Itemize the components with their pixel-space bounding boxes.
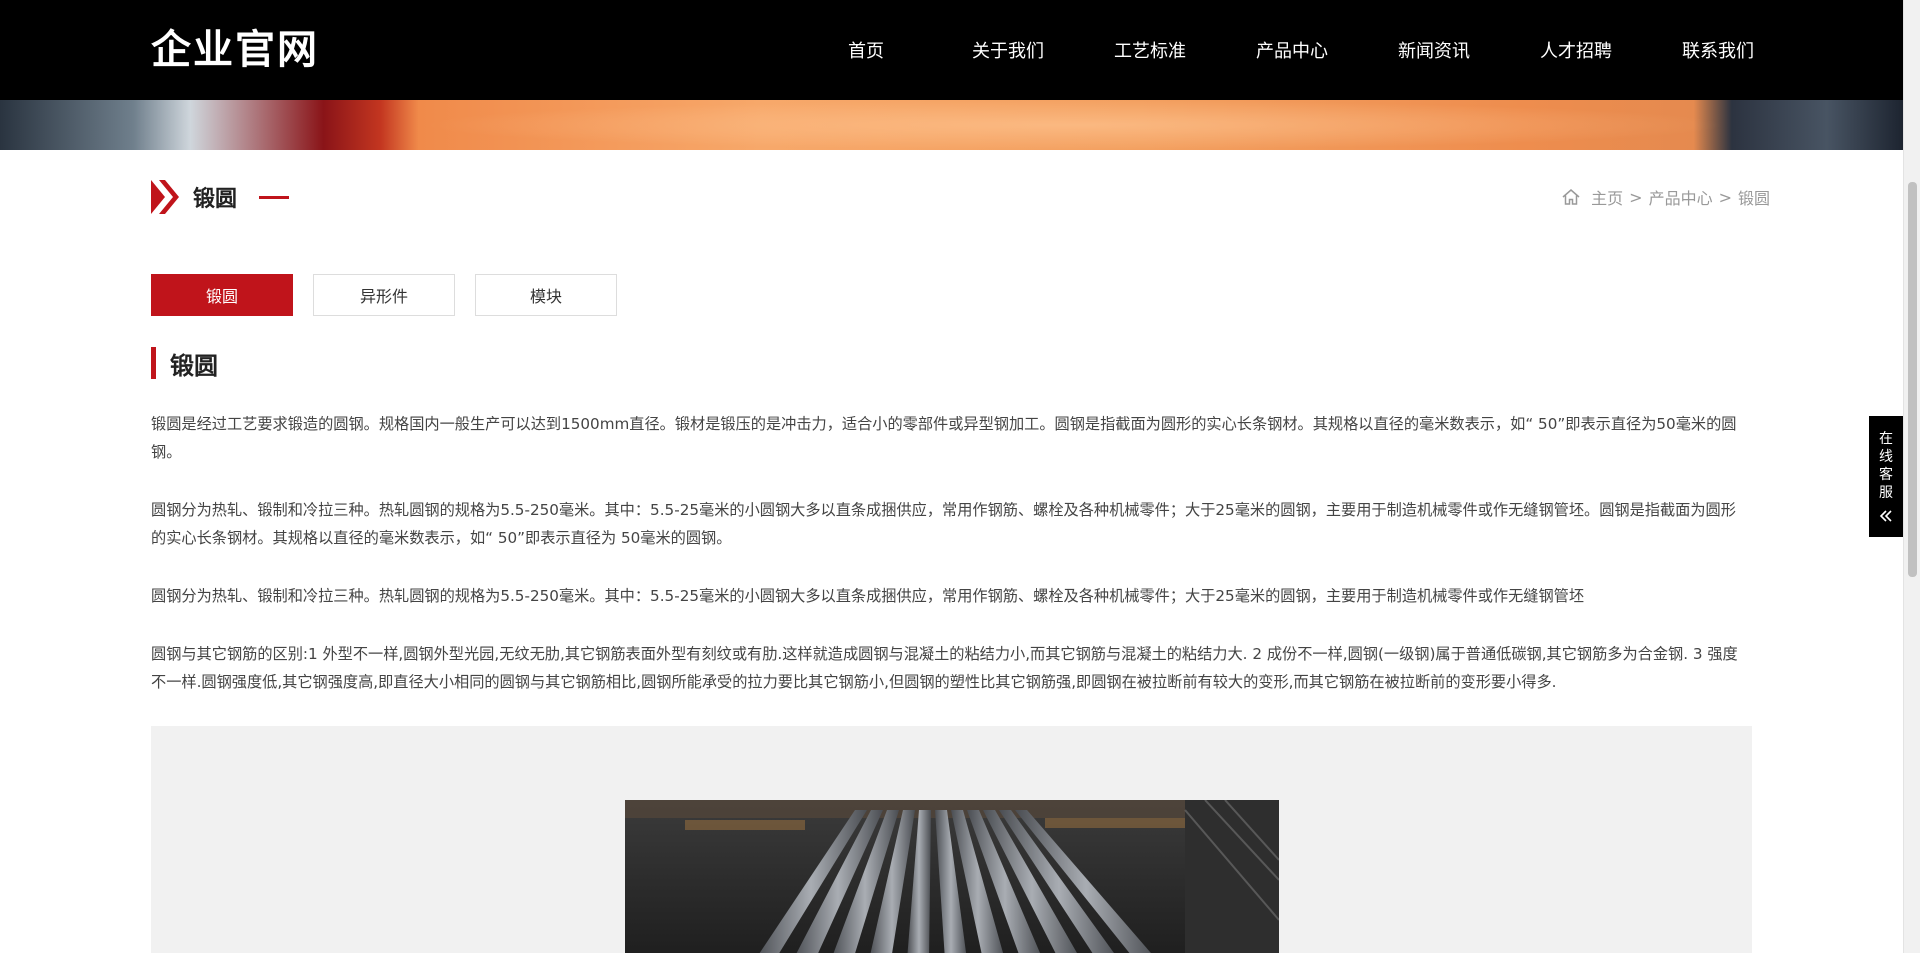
article-paragraph: 圆钢分为热轧、锻制和冷拉三种。热轧圆钢的规格为5.5-250毫米。其中：5.5-… xyxy=(151,587,1585,605)
site-header: 企业官网 首页 关于我们 工艺标准 产品中心 新闻资讯 人才招聘 联系我们 xyxy=(0,0,1903,100)
page-title: 锻圆 xyxy=(193,187,238,212)
product-tabs: 锻圆 异形件 模块 xyxy=(151,274,617,316)
banner-image xyxy=(0,100,1903,150)
breadcrumb-separator: > xyxy=(1718,187,1732,207)
nav-item-news[interactable]: 新闻资讯 xyxy=(1363,37,1505,63)
scrollbar-thumb[interactable] xyxy=(1908,182,1917,577)
double-chevron-left-icon xyxy=(1878,508,1894,524)
nav-item-about[interactable]: 关于我们 xyxy=(937,37,1079,63)
main-nav: 首页 关于我们 工艺标准 产品中心 新闻资讯 人才招聘 联系我们 xyxy=(795,0,1789,100)
banner-glow xyxy=(420,100,1730,150)
article-paragraph: 圆钢与其它钢筋的区别:1 外型不一样,圆钢外型光园,无纹无肋,其它钢筋表面外型有… xyxy=(151,645,1738,691)
article-body: 锻圆是经过工艺要求锻造的圆钢。规格国内一般生产可以达到1500mm直径。锻材是锻… xyxy=(151,410,1751,726)
nav-item-products[interactable]: 产品中心 xyxy=(1221,37,1363,63)
nav-item-home[interactable]: 首页 xyxy=(795,37,937,63)
tab-forged-round[interactable]: 锻圆 xyxy=(151,274,293,316)
page-scrollbar[interactable] xyxy=(1903,0,1920,953)
nav-item-process-standards[interactable]: 工艺标准 xyxy=(1079,37,1221,63)
nav-item-careers[interactable]: 人才招聘 xyxy=(1505,37,1647,63)
heading-accent-bar xyxy=(151,347,156,379)
article-heading-text: 锻圆 xyxy=(170,351,218,380)
home-icon[interactable] xyxy=(1561,187,1581,207)
breadcrumb-home-link[interactable]: 主页 xyxy=(1591,185,1623,209)
nav-item-contact[interactable]: 联系我们 xyxy=(1647,37,1789,63)
tab-module[interactable]: 模块 xyxy=(475,274,617,316)
double-chevron-icon xyxy=(151,180,179,214)
tab-special-shaped[interactable]: 异形件 xyxy=(313,274,455,316)
article-heading: 锻圆 xyxy=(151,346,218,380)
page-title-row: 锻圆 xyxy=(151,178,290,216)
breadcrumb: 主页 > 产品中心 > 锻圆 xyxy=(1561,185,1770,209)
article-paragraph: 圆钢分为热轧、锻制和冷拉三种。热轧圆钢的规格为5.5-250毫米。其中：5.5-… xyxy=(151,501,1736,547)
online-service-label: 在线客服 xyxy=(1879,431,1893,501)
site-logo[interactable]: 企业官网 xyxy=(151,22,319,78)
product-image-area xyxy=(151,726,1752,953)
breadcrumb-category-link[interactable]: 产品中心 xyxy=(1649,185,1713,209)
online-service-button[interactable]: 在线客服 xyxy=(1869,416,1903,537)
article-paragraph: 锻圆是经过工艺要求锻造的圆钢。规格国内一般生产可以达到1500mm直径。锻材是锻… xyxy=(151,415,1737,461)
title-dash-divider xyxy=(259,195,290,199)
breadcrumb-current: 锻圆 xyxy=(1737,189,1770,208)
product-photo-steel-bars xyxy=(625,800,1279,953)
breadcrumb-separator: > xyxy=(1629,187,1643,207)
